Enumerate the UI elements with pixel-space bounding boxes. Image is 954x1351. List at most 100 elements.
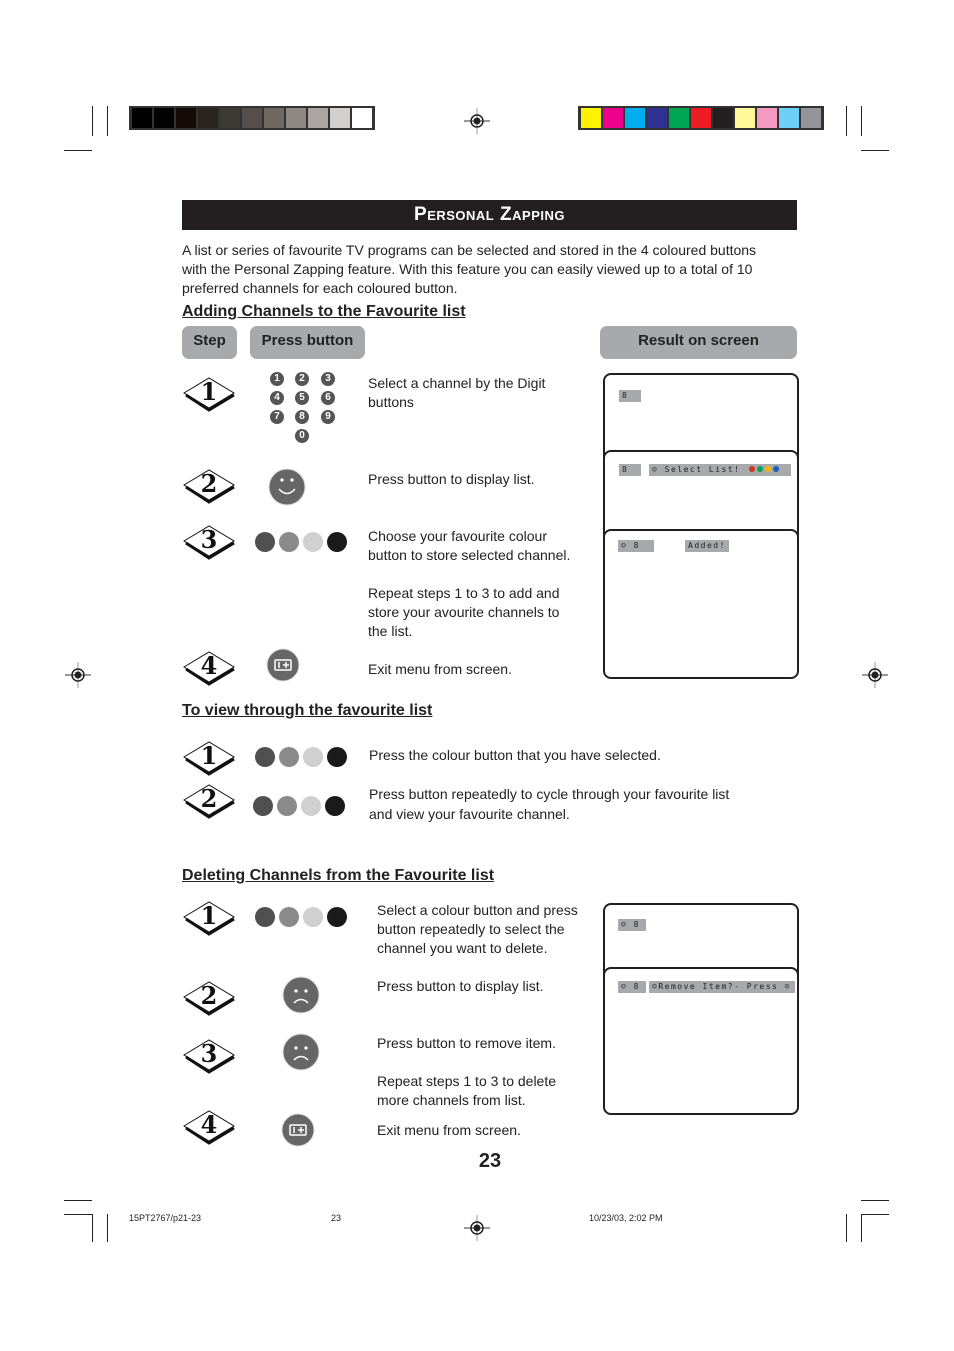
column-header-result: Result on screen [600, 326, 797, 359]
smiley-icon: ☺ [621, 541, 628, 550]
gray-swatch [242, 108, 262, 128]
step-text: Repeat steps 1 to 3 to delete [377, 1073, 557, 1089]
crop-mark [64, 150, 92, 151]
step-3-badge: 3 [182, 524, 236, 562]
crop-mark [107, 1214, 108, 1242]
sad-face-icon: ☹ [784, 982, 791, 991]
colour-button-icon [327, 907, 347, 927]
colour-button-icon [253, 796, 273, 816]
colour-button-icon [303, 907, 323, 927]
gray-swatch [308, 108, 328, 128]
manual-page: Personal Zapping A list or series of fav… [0, 0, 954, 1351]
digit-2-icon: 2 [295, 372, 309, 386]
color-swatch [757, 108, 777, 128]
colour-button-icon [327, 532, 347, 552]
gray-swatch [286, 108, 306, 128]
crop-mark [64, 1200, 92, 1201]
step-1-badge: 1 [182, 900, 236, 938]
crop-mark [64, 1214, 92, 1215]
gray-swatch [330, 108, 350, 128]
step-1-badge: 1 [182, 740, 236, 778]
colour-button-icon [277, 796, 297, 816]
intro-line: A list or series of favourite TV program… [182, 242, 757, 258]
digit-3-icon: 3 [321, 372, 335, 386]
step-text: Press button repeatedly to cycle through… [369, 786, 730, 802]
step-text: Exit menu from screen. [368, 661, 512, 677]
colour-button-icon [279, 532, 299, 552]
crop-mark [861, 1214, 889, 1215]
result-screen-3: ☺ 8 Added! [603, 529, 799, 679]
step-text: Press button to display list. [368, 471, 535, 487]
colour-button-icon [303, 532, 323, 552]
osd-channel: 8 [619, 464, 641, 476]
registration-mark-icon [464, 1215, 490, 1241]
gray-swatch [132, 108, 152, 128]
osd-message: Select List! [664, 465, 741, 474]
result-screen-delete-2: ☺ 8 ☺Remove Item?- Press ☹ [603, 967, 799, 1115]
color-swatch [581, 108, 601, 128]
digit-8-icon: 8 [295, 410, 309, 424]
colour-dot-icon [748, 466, 755, 472]
step-text: buttons [368, 394, 414, 410]
step-text: Repeat steps 1 to 3 to add and [368, 585, 560, 601]
digit-6-icon: 6 [321, 391, 335, 405]
registration-mark-icon [862, 662, 888, 688]
footer-date: 10/23/03, 2:02 PM [589, 1213, 663, 1223]
crop-mark [92, 106, 93, 136]
colour-dot-icon [756, 466, 763, 472]
step-3-badge: 3 [182, 1038, 236, 1076]
digit-9-icon: 9 [321, 410, 335, 424]
colour-button-icon [301, 796, 321, 816]
colour-button-icon [255, 747, 275, 767]
colour-buttons-icon [253, 796, 345, 816]
crop-mark [861, 1200, 889, 1201]
colour-buttons-icon [255, 907, 347, 927]
colour-button-icon [327, 747, 347, 767]
colour-button-icon [279, 747, 299, 767]
osd-message: Remove Item?- Press [658, 982, 779, 991]
column-header-press-button: Press button [250, 326, 365, 359]
color-swatch [669, 108, 689, 128]
step-text: Select a channel by the Digit [368, 375, 546, 391]
color-swatch [779, 108, 799, 128]
step-text: Exit menu from screen. [377, 1122, 521, 1138]
step-text: Select a colour button and press [377, 902, 578, 918]
osd-channel: 8 [619, 390, 641, 402]
gray-swatch [264, 108, 284, 128]
step-2-badge: 2 [182, 468, 236, 506]
osd-channel: ☺ 8 [618, 981, 646, 993]
digit-1-icon: 1 [270, 372, 284, 386]
smiley-icon: ☺ [652, 465, 659, 474]
smiley-button-icon [268, 468, 306, 506]
color-swatch [625, 108, 645, 128]
digit-0-icon: 0 [295, 429, 309, 443]
osd-message-bar: ☺ Select List! [649, 464, 791, 476]
colour-button-icon [255, 532, 275, 552]
registration-mark-icon [464, 108, 490, 134]
osd-message-bar: ☺Remove Item?- Press ☹ [649, 981, 795, 993]
colour-button-icon [303, 747, 323, 767]
gray-swatch [220, 108, 240, 128]
color-swatch [691, 108, 711, 128]
section-heading-adding: Adding Channels to the Favourite list [182, 303, 466, 320]
osd-channel: ☺ 8 [618, 540, 654, 552]
step-2-badge: 2 [182, 783, 236, 821]
step-text: Choose your favourite colour [368, 528, 547, 544]
crop-mark [861, 1214, 862, 1242]
smiley-icon: ☺ [621, 982, 628, 991]
sad-face-button-icon [282, 976, 320, 1014]
gray-swatch [176, 108, 196, 128]
step-text: Press the colour button that you have se… [369, 747, 661, 763]
osd-channel-number: 8 [633, 541, 640, 550]
colour-buttons-icon [255, 747, 347, 767]
osd-channel-number: 8 [633, 920, 640, 929]
section-heading-deleting: Deleting Channels from the Favourite lis… [182, 867, 495, 884]
colour-dots-icon [747, 465, 779, 474]
registration-mark-icon [65, 662, 91, 688]
sad-face-button-icon [282, 1033, 320, 1071]
page-title: Personal Zapping [182, 200, 797, 230]
footer-page: 23 [331, 1213, 342, 1223]
step-text: Press button to display list. [377, 978, 544, 994]
step-text: the list. [368, 623, 413, 639]
digit-7-icon: 7 [270, 410, 284, 424]
